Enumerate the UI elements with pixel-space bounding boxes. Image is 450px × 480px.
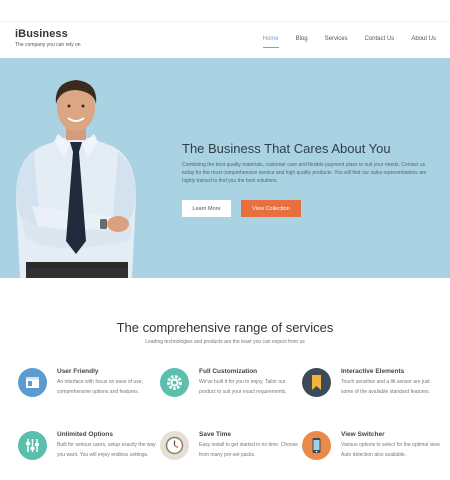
service-interactive-elements: Interactive Elements Touch sensitive and… [302, 368, 437, 413]
service-description: Touch sensitive and a tilt sensor are ju… [341, 379, 430, 395]
browser-window-icon [18, 368, 47, 397]
service-description: Built for serious users, setup exactly t… [57, 442, 156, 458]
service-description: Easy install to get started in no time. … [199, 442, 298, 458]
service-full-customization: Full Customization We've built it for yo… [160, 368, 295, 413]
nav-contact-us[interactable]: Contact Us [365, 35, 395, 43]
clock-icon [160, 431, 189, 460]
nav-blog[interactable]: Blog [296, 35, 308, 43]
nav-home[interactable]: Home [262, 35, 279, 48]
services-subtitle: Leading technologies and products are th… [145, 339, 305, 345]
service-user-friendly: User Friendly An interface with focus on… [18, 368, 153, 413]
bookmark-icon [302, 368, 331, 397]
service-title: Full Customization [199, 368, 258, 375]
hero-description: Combining the best quality materials, cu… [182, 162, 427, 185]
hero-section: The Business That Cares About You Combin… [0, 58, 450, 278]
service-view-switcher: View Switcher Various options to select … [302, 431, 441, 476]
service-description: Various options to select for the optima… [341, 442, 441, 458]
service-unlimited-options: Unlimited Options Built for serious user… [18, 431, 156, 476]
view-collection-button[interactable]: View Collection [241, 200, 301, 217]
service-title: User Friendly [57, 368, 99, 375]
businessman-image [16, 80, 136, 278]
service-title: View Switcher [341, 431, 385, 438]
phone-icon [302, 431, 331, 460]
nav-about-us[interactable]: About Us [411, 35, 436, 43]
top-strip [0, 0, 450, 22]
hero-title: The Business That Cares About You [182, 141, 391, 156]
sliders-icon [18, 431, 47, 460]
service-save-time: Save Time Easy install to get started in… [160, 431, 298, 476]
service-title: Unlimited Options [57, 431, 113, 438]
service-description: An interface with focus on ease of use, … [57, 379, 143, 395]
learn-more-button[interactable]: Learn More [182, 200, 231, 217]
service-title: Save Time [199, 431, 232, 438]
brand[interactable]: iBusiness The company you can rely on [15, 28, 81, 48]
gear-icon [160, 368, 189, 397]
main-nav: Home Blog Services Contact Us About Us [246, 35, 436, 48]
service-description: We've built it for you to enjoy. Tailor … [199, 379, 287, 395]
brand-name: iBusiness [15, 28, 68, 40]
site-header: iBusiness The company you can rely on Ho… [0, 22, 450, 58]
nav-services[interactable]: Services [325, 35, 348, 43]
service-title: Interactive Elements [341, 368, 405, 375]
brand-tagline: The company you can rely on [15, 42, 81, 48]
services-title: The comprehensive range of services [116, 320, 334, 335]
